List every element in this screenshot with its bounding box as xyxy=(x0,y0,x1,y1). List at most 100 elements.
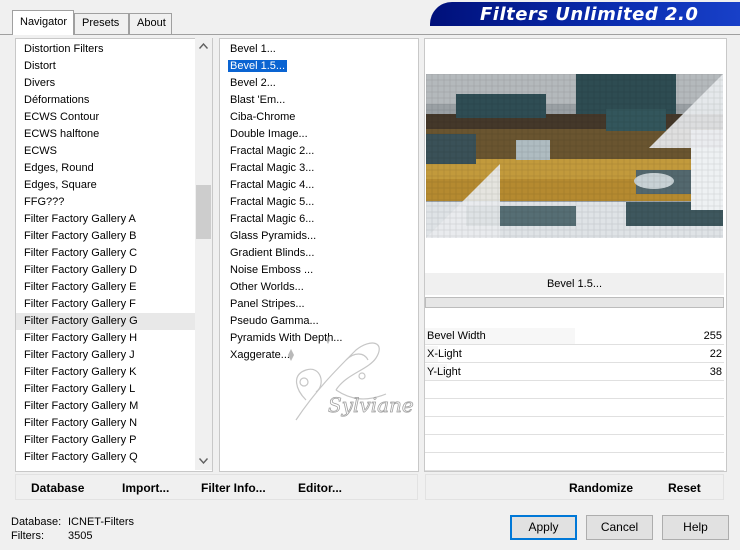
param-value: 22 xyxy=(709,348,722,360)
category-item-label: Filter Factory Gallery B xyxy=(24,230,137,242)
filter-item[interactable]: Fractal Magic 2... xyxy=(222,143,412,160)
filter-info-button[interactable]: Filter Info... xyxy=(201,481,266,495)
category-item-label: Filter Factory Gallery G xyxy=(24,315,138,327)
chevron-up-icon[interactable] xyxy=(195,38,212,55)
category-item[interactable]: Filter Factory Gallery F xyxy=(16,296,196,313)
category-item[interactable]: Filter Factory Gallery E xyxy=(16,279,196,296)
category-item[interactable]: Filter Factory Gallery L xyxy=(16,381,196,398)
category-item[interactable]: Filter Factory Gallery G xyxy=(16,313,196,330)
category-item[interactable]: Filter Factory Gallery A xyxy=(16,211,196,228)
category-item[interactable]: Filter Factory Gallery N xyxy=(16,415,196,432)
category-item-label: Filter Factory Gallery C xyxy=(24,247,138,259)
filter-item-label: Fractal Magic 5... xyxy=(230,196,315,208)
category-item-label: Filter Factory Gallery H xyxy=(24,332,138,344)
apply-button[interactable]: Apply xyxy=(510,515,577,540)
category-item[interactable]: Distortion Filters xyxy=(16,41,196,58)
filter-item-label: Panel Stripes... xyxy=(230,298,305,310)
category-item-label: Filter Factory Gallery F xyxy=(24,298,136,310)
filter-item[interactable]: Bevel 1.5... xyxy=(222,58,412,75)
filter-item-label: Ciba-Chrome xyxy=(230,111,296,123)
filter-item[interactable]: Glass Pyramids... xyxy=(222,228,412,245)
category-item[interactable]: Filter Factory Gallery Q xyxy=(16,449,196,466)
filter-item[interactable]: Pyramids With Depth... xyxy=(222,330,412,347)
preview-image xyxy=(426,74,723,238)
help-button[interactable]: Help xyxy=(662,515,729,540)
category-item[interactable]: Filter Factory Gallery C xyxy=(16,245,196,262)
tab-presets[interactable]: Presets xyxy=(74,13,129,34)
filter-item-label: Double Image... xyxy=(230,128,308,140)
param-label: Bevel Width xyxy=(427,330,486,342)
category-list[interactable]: Distortion Filters Distort Divers Déformati… xyxy=(15,38,213,472)
category-item[interactable]: FFG??? xyxy=(16,194,196,211)
param-slot-empty xyxy=(425,418,724,435)
filter-item-label: Blast 'Em... xyxy=(230,94,286,106)
reset-button[interactable]: Reset xyxy=(668,481,701,495)
category-item[interactable]: ECWS halftone xyxy=(16,126,196,143)
param-slot-empty xyxy=(425,400,724,417)
app-title-banner: Filters Unlimited 2.0 xyxy=(430,2,740,26)
filter-item[interactable]: Fractal Magic 4... xyxy=(222,177,412,194)
filter-item-label: Bevel 1... xyxy=(230,43,276,55)
filter-list[interactable]: Bevel 1... Bevel 1.5... Bevel 2... Blast 'E… xyxy=(219,38,419,472)
filter-item[interactable]: Fractal Magic 3... xyxy=(222,160,412,177)
filter-item[interactable]: Double Image... xyxy=(222,126,412,143)
filter-item[interactable]: Pseudo Gamma... xyxy=(222,313,412,330)
category-item-label: Edges, Round xyxy=(24,162,94,174)
category-item-label: Distort xyxy=(24,60,56,72)
filter-item-label: Fractal Magic 3... xyxy=(230,162,315,174)
filter-item[interactable]: Fractal Magic 6... xyxy=(222,211,412,228)
editor-button[interactable]: Editor... xyxy=(298,481,342,495)
category-item-label: Filter Factory Gallery N xyxy=(24,417,138,429)
database-button[interactable]: Database xyxy=(31,481,84,495)
filter-item-label: Glass Pyramids... xyxy=(230,230,317,242)
filter-item-label: Bevel 2... xyxy=(230,77,276,89)
category-item[interactable]: Filter Factory Gallery B xyxy=(16,228,196,245)
param-value: 38 xyxy=(709,366,722,378)
category-item[interactable]: Edges, Square xyxy=(16,177,196,194)
category-item-label: Filter Factory Gallery Q xyxy=(24,451,138,463)
tab-about[interactable]: About xyxy=(129,13,172,34)
param-slider-bevel-width[interactable]: Bevel Width 255 xyxy=(425,328,724,345)
filter-item[interactable]: Xaggerate... xyxy=(222,347,412,364)
filter-item[interactable]: Noise Emboss ... xyxy=(222,262,412,279)
cancel-button[interactable]: Cancel xyxy=(586,515,653,540)
filter-item[interactable]: Other Worlds... xyxy=(222,279,412,296)
chevron-down-icon[interactable] xyxy=(195,453,212,470)
category-item[interactable]: Filter Factory Gallery J xyxy=(16,347,196,364)
category-item[interactable]: ECWS Contour xyxy=(16,109,196,126)
category-item[interactable]: ECWS xyxy=(16,143,196,160)
category-item[interactable]: Filter Factory Gallery H xyxy=(16,330,196,347)
category-item[interactable]: Divers xyxy=(16,75,196,92)
category-item[interactable]: Distort xyxy=(16,58,196,75)
filter-item[interactable]: Bevel 1... xyxy=(222,41,412,58)
filter-item[interactable]: Panel Stripes... xyxy=(222,296,412,313)
category-item-label: Distortion Filters xyxy=(24,43,104,55)
category-item[interactable]: Filter Factory Gallery D xyxy=(16,262,196,279)
import-button[interactable]: Import... xyxy=(122,481,169,495)
param-slot-empty xyxy=(425,454,724,471)
scrollbar-thumb[interactable] xyxy=(196,185,211,239)
category-item[interactable]: Déformations xyxy=(16,92,196,109)
category-item-label: Divers xyxy=(24,77,56,89)
app-title: Filters Unlimited 2.0 xyxy=(480,4,699,25)
filter-item[interactable]: Bevel 2... xyxy=(222,75,412,92)
param-label: Y-Light xyxy=(427,366,461,378)
filter-item[interactable]: Blast 'Em... xyxy=(222,92,412,109)
filter-item[interactable]: Gradient Blinds... xyxy=(222,245,412,262)
param-slider-y-light[interactable]: Y-Light 38 xyxy=(425,364,724,381)
category-item[interactable]: Edges, Round xyxy=(16,160,196,177)
tab-navigator[interactable]: Navigator xyxy=(12,10,74,35)
category-item-label: Filter Factory Gallery M xyxy=(24,400,139,412)
filter-item[interactable]: Ciba-Chrome xyxy=(222,109,412,126)
randomize-button[interactable]: Randomize xyxy=(569,481,633,495)
filter-item[interactable]: Fractal Magic 5... xyxy=(222,194,412,211)
category-item[interactable]: Filter Factory Gallery K xyxy=(16,364,196,381)
param-slot-empty xyxy=(425,382,724,399)
category-item[interactable]: Filter Factory Gallery P xyxy=(16,432,196,449)
param-label: X-Light xyxy=(427,348,462,360)
category-item[interactable]: Filter Factory Gallery M xyxy=(16,398,196,415)
category-scrollbar[interactable] xyxy=(195,38,212,470)
param-slider-x-light[interactable]: X-Light 22 xyxy=(425,346,724,363)
category-item-label: Déformations xyxy=(24,94,90,106)
filter-items: Bevel 1... Bevel 1.5... Bevel 2... Blast 'E… xyxy=(222,41,412,364)
